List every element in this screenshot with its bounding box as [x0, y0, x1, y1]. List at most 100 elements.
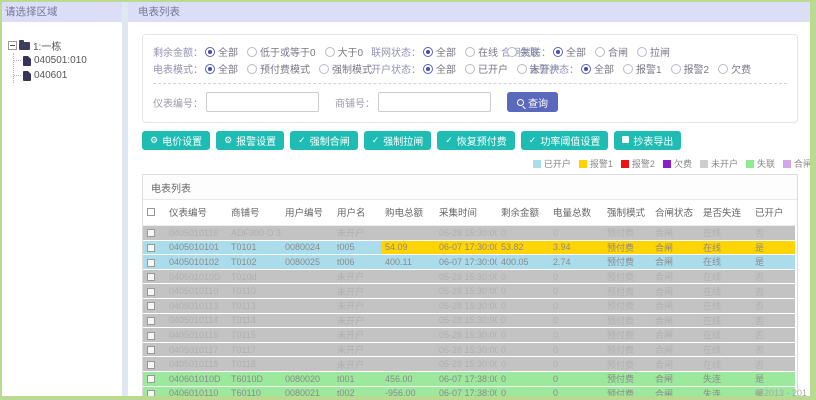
table-row[interactable]: 0405010115 T0115 未开户 05-28 15:30:00 0 0 预付费 合闸在…: [143, 327, 795, 343]
row-checkbox[interactable]: [147, 316, 155, 325]
tree-root-label[interactable]: 1:一栋: [33, 38, 61, 53]
table-cell: 05-28 15:30:00: [435, 327, 497, 343]
报警设置-button[interactable]: ⚙ 报警设置: [216, 131, 285, 150]
radio-icon[interactable]: [553, 46, 563, 57]
select-all-checkbox[interactable]: [147, 207, 155, 216]
row-checkbox[interactable]: [147, 244, 155, 253]
query-button[interactable]: 查询: [507, 92, 558, 112]
row-checkbox[interactable]: [147, 389, 155, 396]
radio-label: 全部: [436, 65, 456, 76]
radio-icon[interactable]: [465, 63, 475, 74]
radio-icon[interactable]: [205, 63, 215, 74]
tree-node-label[interactable]: 040601: [34, 70, 67, 81]
table-row[interactable]: 0405010101 T0101 0080024 t005 54.09 06-07 17:…: [143, 240, 795, 256]
radio-icon[interactable]: [517, 63, 527, 74]
gear-icon: ⚙: [224, 135, 233, 145]
radio-option[interactable]: 预付费模式: [247, 61, 310, 76]
table-row[interactable]: 0405010116 ADF300-D 3 未开户 05-28 15:30:00 0 0 预…: [143, 225, 795, 241]
row-checkbox[interactable]: [147, 258, 155, 267]
radio-option[interactable]: 强制模式: [319, 61, 372, 76]
table-row[interactable]: 0406010110 T60110 0080021 t002 -956.00 06-07 …: [143, 386, 795, 396]
radio-icon[interactable]: [423, 46, 433, 57]
radio-option[interactable]: 已开户: [465, 61, 508, 76]
radio-icon[interactable]: [247, 46, 257, 57]
radio-option[interactable]: 全部: [581, 61, 614, 76]
radio-icon[interactable]: [670, 63, 681, 74]
功率阈值设置-button[interactable]: ✓ 功率阈值设置: [520, 131, 609, 150]
table-cell: T60110: [227, 386, 281, 396]
radio-option[interactable]: 低于或等于0: [247, 44, 316, 59]
radio-option[interactable]: 合闸: [595, 44, 628, 59]
row-checkbox[interactable]: [147, 273, 155, 282]
radio-icon[interactable]: [465, 46, 475, 57]
row-checkbox[interactable]: [147, 302, 155, 311]
radio-label: 全部: [218, 65, 238, 76]
radio-icon[interactable]: [319, 63, 329, 74]
column-header: 电量总数: [549, 200, 603, 226]
table-row[interactable]: 0405010118 T0118 未开户 05-28 15:30:00 0 0 预付费 合闸在…: [143, 356, 795, 372]
radio-icon[interactable]: [423, 63, 433, 74]
table-cell: 预付费: [603, 327, 651, 343]
table-cell: t005: [333, 240, 381, 256]
legend-label: 合闸: [793, 159, 810, 169]
radio-option[interactable]: 报警2: [670, 61, 709, 76]
table-cell: 05-28 15:30:00: [435, 356, 497, 372]
抄表导出-button[interactable]: 抄表导出: [614, 131, 682, 150]
table-cell: 否: [751, 342, 795, 358]
table-row[interactable]: 0405010117 T0117 未开户 05-28 15:30:00 0 0 预付费 合闸在…: [143, 342, 795, 358]
radio-option[interactable]: 报警1: [623, 61, 662, 76]
tree-node[interactable]: 040501:010: [14, 53, 118, 68]
radio-option[interactable]: 在线: [465, 44, 498, 59]
row-checkbox[interactable]: [147, 375, 155, 384]
tree-collapse-icon[interactable]: [8, 41, 17, 50]
main-body: 剩余金额： 全部 低于或等于0 大于0 联网状态： 全部 在线 失联 合闸状态： 全部 合闸 拉闸 电…: [128, 22, 810, 396]
tree-node-label[interactable]: 040501:010: [34, 55, 87, 66]
radio-icon[interactable]: [637, 46, 647, 57]
row-checkbox[interactable]: [147, 346, 155, 355]
radio-option[interactable]: 全部: [423, 61, 456, 76]
table-row[interactable]: 0405010110 T0110 未开户 05-28 15:30:00 0 0 预付费 合闸在…: [143, 283, 795, 299]
table-row[interactable]: 0405010114 T0114 未开户 05-28 15:30:00 0 0 预付费 合闸在…: [143, 313, 795, 329]
table-cell: T0115: [227, 327, 281, 343]
tree-node-root[interactable]: 1:一栋: [8, 38, 118, 53]
电价设置-button[interactable]: ⚙ 电价设置: [142, 131, 211, 150]
恢复预付费-button[interactable]: ✓ 恢复预付费: [437, 131, 515, 150]
filter-label: 开户状态：: [371, 65, 421, 76]
radio-option[interactable]: 大于0: [324, 44, 363, 59]
radio-option[interactable]: 全部: [553, 44, 586, 59]
强制拉闸-button[interactable]: ✓ 强制拉闸: [363, 131, 432, 150]
button-label: 功率阈值设置: [540, 137, 601, 148]
table-cell: 在线: [699, 327, 751, 343]
meter-no-input[interactable]: [206, 92, 319, 112]
row-checkbox[interactable]: [147, 331, 155, 340]
radio-icon[interactable]: [507, 46, 517, 57]
filter-group: 开户状态： 全部 已开户 未开户: [371, 61, 560, 76]
table-row[interactable]: 0405010113 T0113 未开户 05-28 15:30:00 0 0 预付费 合闸在…: [143, 298, 795, 314]
check-icon: ✓: [528, 135, 537, 145]
radio-option[interactable]: 全部: [205, 44, 238, 59]
radio-icon[interactable]: [623, 63, 633, 74]
row-checkbox[interactable]: [147, 229, 155, 238]
radio-icon[interactable]: [205, 46, 215, 57]
radio-icon[interactable]: [595, 46, 605, 57]
radio-icon[interactable]: [324, 46, 335, 57]
radio-icon[interactable]: [247, 63, 257, 74]
强制合闸-button[interactable]: ✓ 强制合闸: [290, 131, 358, 150]
radio-option[interactable]: 全部: [423, 44, 456, 59]
table-row[interactable]: 040601010D T6010D 0080020 t001 456.00 06-07 1…: [143, 371, 795, 387]
table-row[interactable]: 040501010D T010d 未开户 05-28 15:30:00 0 0 预付费 合闸在…: [143, 269, 795, 285]
row-checkbox[interactable]: [147, 287, 155, 296]
tree-node[interactable]: 040601: [14, 68, 118, 83]
radio-option[interactable]: 全部: [205, 61, 238, 76]
table-row[interactable]: 0405010102 T0102 0080025 t006 400.11 06-07 17…: [143, 254, 795, 270]
radio-option[interactable]: 拉闸: [637, 44, 670, 59]
table-cell: 合闸: [651, 240, 699, 256]
radio-option[interactable]: 欠费: [718, 61, 751, 76]
radio-icon[interactable]: [581, 63, 591, 74]
radio-label: 强制模式: [332, 65, 372, 76]
row-checkbox[interactable]: [147, 360, 155, 369]
radio-icon[interactable]: [718, 63, 729, 74]
table-cell: 预付费: [603, 283, 651, 299]
shop-no-input[interactable]: [378, 92, 491, 112]
table-cell: 0: [497, 269, 549, 285]
